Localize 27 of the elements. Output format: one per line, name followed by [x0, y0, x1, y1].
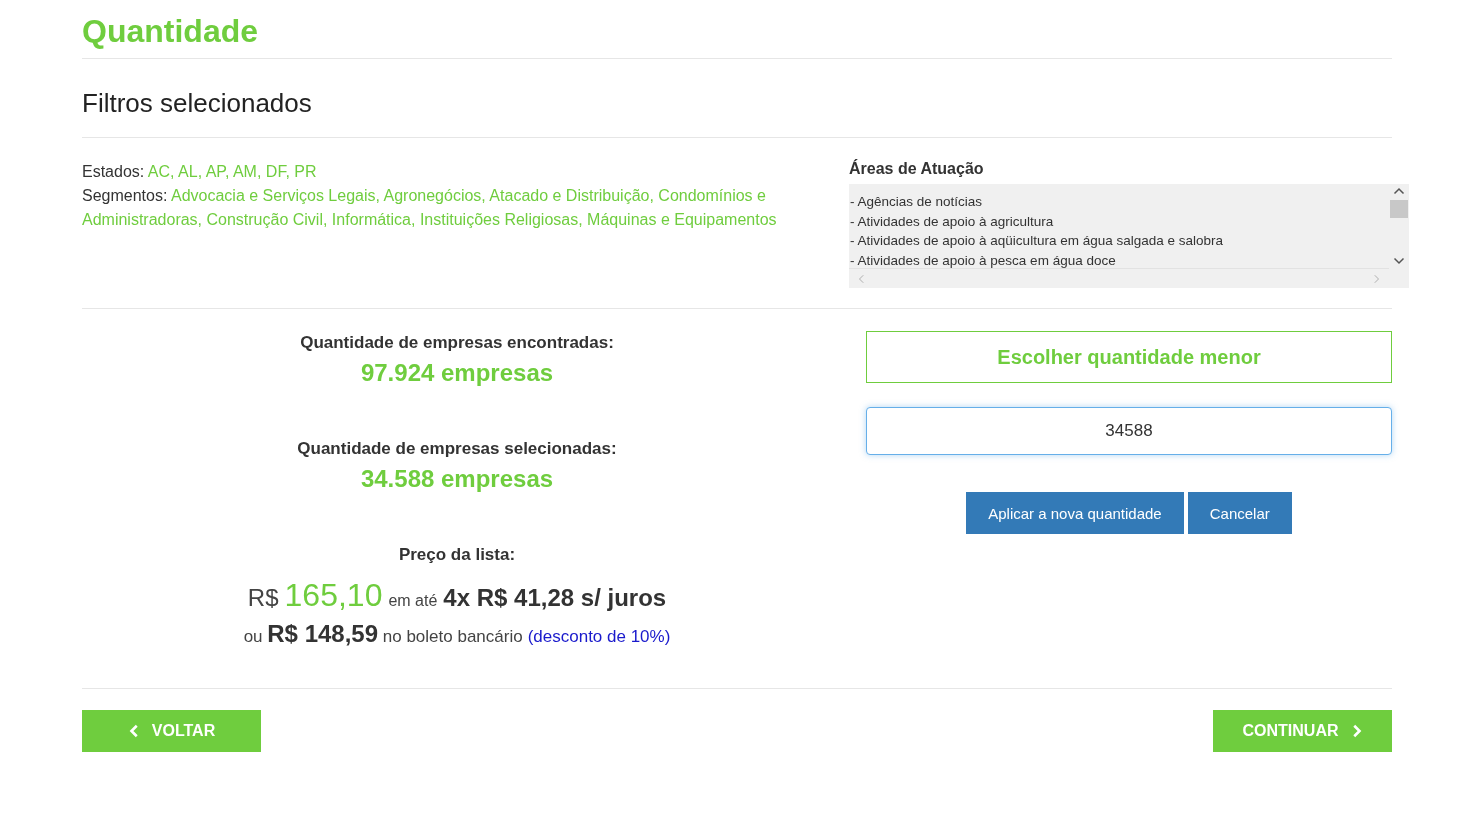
scrollbar-thumb[interactable] [1390, 200, 1408, 218]
installment-prefix: em até [388, 592, 438, 610]
price-label: Preço da lista: [398, 545, 516, 565]
selected-count: 34.588 empresas [360, 465, 554, 493]
filter-line: Segmentos: Advocacia e Serviços Legais, Agronegócios, Atacado e Distribuição, Condomínios e Administradoras, Construção Civil, Informática, Instituições Religiosas, Máquinas e Equipamentos [82, 186, 778, 230]
list-item: - Atividades de apoio à pesca em água doce [850, 251, 1117, 268]
scroll-right-icon [1371, 273, 1381, 284]
page-title: Quantidade [82, 12, 259, 51]
scroll-left-icon [857, 273, 867, 284]
list-item: - Atividades de apoio à aqüicultura em água salgada e salobra [850, 232, 1224, 250]
section-heading: Filtros selecionados [82, 87, 313, 120]
currency-symbol: R$ [247, 584, 279, 612]
quantity-field[interactable]: 34588 [866, 407, 1392, 455]
found-count: 97.924 empresas [360, 359, 554, 387]
price-amount: 165,10 [284, 577, 383, 614]
apply-button[interactable]: Aplicar a nova quantidade [966, 492, 1184, 534]
installment-price: 4x R$ 41,28 s/ juros [443, 584, 667, 612]
list-item: - Atividades de apoio à agricultura [850, 212, 1055, 231]
areas-title: Áreas de Atuação [849, 160, 985, 178]
cancel-button[interactable]: Cancelar [1187, 492, 1292, 534]
filter-line: Estados: AC, AL, AP, AM, DF, PR [82, 162, 318, 182]
discount-link[interactable]: (desconto de 10%) [527, 627, 671, 647]
list-item: - Agências de notícias [850, 193, 984, 211]
boleto-price: ou R$ 148,59 no boleto bancário [243, 620, 523, 648]
areas-listbox[interactable]: - Agências de notícias - Atividades de apoio à agricultura - Atividades de apoio à aqüicultura em água salgada e salobra - Atividades de apoio à pesca em água doce [849, 184, 1409, 288]
found-label: Quantidade de empresas encontradas: [300, 333, 614, 353]
selected-label: Quantidade de empresas selecionadas: [297, 439, 617, 459]
